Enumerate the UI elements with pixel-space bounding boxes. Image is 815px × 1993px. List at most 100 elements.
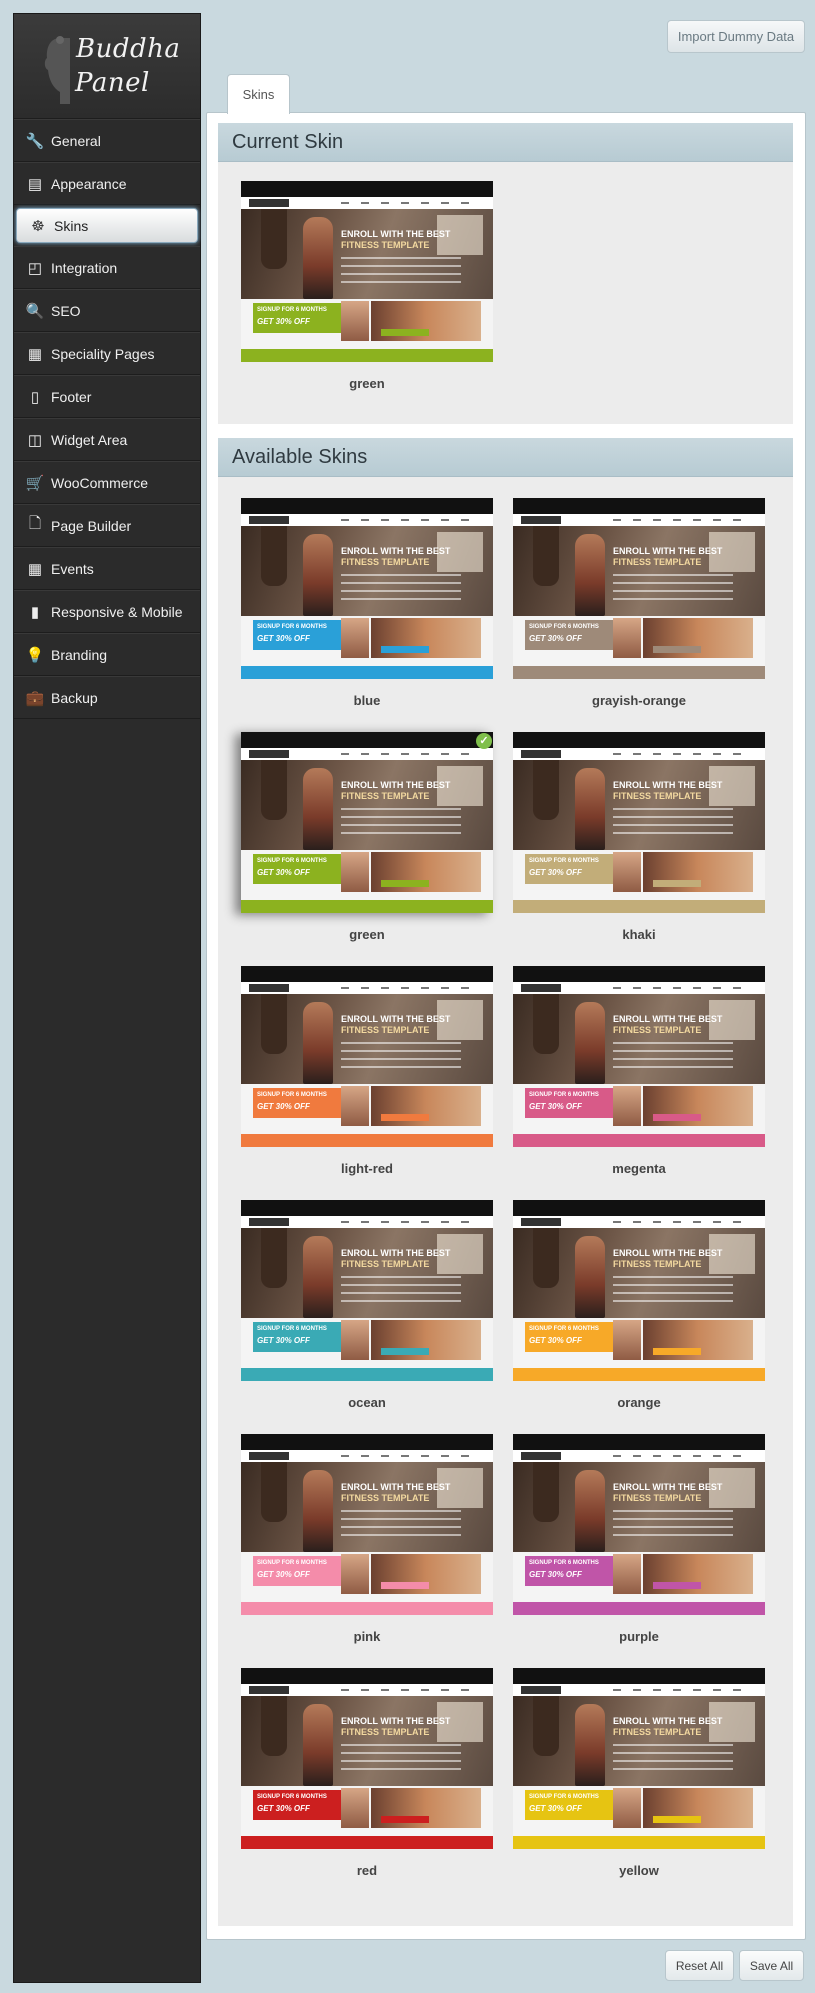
skin-thumbnail[interactable]: ENROLL WITH THE BEST FITNESS TEMPLATE SIGN… xyxy=(241,1434,493,1615)
skin-color-bar xyxy=(241,1368,493,1381)
thumb-headline: ENROLL WITH THE BEST xyxy=(341,546,451,556)
section-title: Current Skin xyxy=(218,123,793,162)
sidebar-item-integration[interactable]: ◰ Integration xyxy=(14,246,200,289)
sidebar-item-label: WooCommerce xyxy=(51,474,148,491)
skin-color-bar xyxy=(241,1836,493,1849)
skin-option-purple[interactable]: ENROLL WITH THE BEST FITNESS TEMPLATE SIGN… xyxy=(513,1434,765,1644)
skin-option-light-red[interactable]: ENROLL WITH THE BEST FITNESS TEMPLATE SIGN… xyxy=(241,966,493,1176)
thumb-subheadline: FITNESS TEMPLATE xyxy=(341,240,430,250)
sidebar-item-seo[interactable]: 🔍 SEO xyxy=(14,289,200,332)
calendar-icon: ▦ xyxy=(27,560,43,578)
skin-option-orange[interactable]: ENROLL WITH THE BEST FITNESS TEMPLATE SIGN… xyxy=(513,1200,765,1410)
sidebar-item-woocommerce[interactable]: 🛒 WooCommerce xyxy=(14,461,200,504)
thumb-promo-line2: GET 30% OFF xyxy=(529,1804,582,1813)
skin-name: light-red xyxy=(341,1161,393,1176)
skin-name: red xyxy=(356,1863,378,1878)
skin-option-green[interactable]: ENROLL WITH THE BEST FITNESS TEMPLATE SIGN… xyxy=(241,181,493,391)
thumb-headline: ENROLL WITH THE BEST xyxy=(613,546,723,556)
thumb-topbar xyxy=(513,732,765,748)
skin-thumbnail[interactable]: ENROLL WITH THE BEST FITNESS TEMPLATE SIGN… xyxy=(513,1668,765,1849)
sidebar-item-label: Events xyxy=(51,560,94,577)
thumb-subheadline: FITNESS TEMPLATE xyxy=(341,1493,430,1503)
skin-thumbnail[interactable]: ENROLL WITH THE BEST FITNESS TEMPLATE SIGN… xyxy=(513,732,765,913)
save-all-button[interactable]: Save All xyxy=(739,1950,804,1981)
thumb-promo-line1: SIGNUP FOR 6 MONTHS xyxy=(529,1326,599,1332)
logo: Buddha Panel xyxy=(14,14,200,119)
sidebar-item-responsive-mobile[interactable]: ▮ Responsive & Mobile xyxy=(14,590,200,633)
thumb-promo-line2: GET 30% OFF xyxy=(257,317,310,326)
skin-option-pink[interactable]: ENROLL WITH THE BEST FITNESS TEMPLATE SIGN… xyxy=(241,1434,493,1644)
skin-thumbnail[interactable]: ENROLL WITH THE BEST FITNESS TEMPLATE SIGN… xyxy=(513,966,765,1147)
thumb-subheadline: FITNESS TEMPLATE xyxy=(613,791,702,801)
skin-thumbnail[interactable]: ENROLL WITH THE BEST FITNESS TEMPLATE SIGN… xyxy=(241,181,493,362)
skin-thumbnail[interactable]: ENROLL WITH THE BEST FITNESS TEMPLATE SIGN… xyxy=(513,1434,765,1615)
skin-option-khaki[interactable]: ENROLL WITH THE BEST FITNESS TEMPLATE SIGN… xyxy=(513,732,765,942)
thumb-promo: SIGNUP FOR 6 MONTHS GET 30% OFF xyxy=(241,1552,493,1602)
sidebar-item-label: Responsive & Mobile xyxy=(51,603,183,620)
skin-name: blue xyxy=(353,693,381,708)
sidebar-item-backup[interactable]: 💼 Backup xyxy=(14,676,200,719)
skin-color-bar xyxy=(513,1368,765,1381)
thumb-headline: ENROLL WITH THE BEST xyxy=(613,1716,723,1726)
sidebar-item-label: Branding xyxy=(51,646,108,663)
skin-option-green[interactable]: ENROLL WITH THE BEST FITNESS TEMPLATE SIGN… xyxy=(241,732,493,942)
thumb-headline: ENROLL WITH THE BEST xyxy=(341,1248,451,1258)
thumb-topbar xyxy=(241,966,493,982)
skin-color-bar xyxy=(513,1836,765,1849)
available-skins-section: Available Skins ENROLL WITH THE BEST FITN… xyxy=(218,438,793,1926)
sidebar-item-footer[interactable]: ▯ Footer xyxy=(14,375,200,418)
import-dummy-data-button[interactable]: Import Dummy Data xyxy=(667,20,805,53)
thumb-promo: SIGNUP FOR 6 MONTHS GET 30% OFF xyxy=(513,850,765,900)
skin-option-red[interactable]: ENROLL WITH THE BEST FITNESS TEMPLATE SIGN… xyxy=(241,1668,493,1878)
skin-option-grayish-orange[interactable]: ENROLL WITH THE BEST FITNESS TEMPLATE SIGN… xyxy=(513,498,765,708)
thumb-promo: SIGNUP FOR 6 MONTHS GET 30% OFF xyxy=(241,1084,493,1134)
skin-thumbnail[interactable]: ENROLL WITH THE BEST FITNESS TEMPLATE SIGN… xyxy=(241,732,493,913)
skin-thumbnail[interactable]: ENROLL WITH THE BEST FITNESS TEMPLATE SIGN… xyxy=(241,498,493,679)
sidebar-item-widget-area[interactable]: ◫ Widget Area xyxy=(14,418,200,461)
skin-name: megenta xyxy=(612,1161,666,1176)
thumb-topbar xyxy=(241,732,493,748)
sidebar-item-appearance[interactable]: ▤ Appearance xyxy=(14,162,200,205)
sidebar-item-events[interactable]: ▦ Events xyxy=(14,547,200,590)
skin-thumbnail[interactable]: ENROLL WITH THE BEST FITNESS TEMPLATE SIGN… xyxy=(241,966,493,1147)
sidebar-item-page-builder[interactable]: 🗋 Page Builder xyxy=(14,504,200,547)
grid-icon: ▦ xyxy=(27,345,43,363)
skin-name: orange xyxy=(617,1395,661,1410)
reset-all-button[interactable]: Reset All xyxy=(665,1950,734,1981)
sidebar-item-general[interactable]: 🔧 General xyxy=(14,119,200,162)
sidebar-item-branding[interactable]: 💡 Branding xyxy=(14,633,200,676)
thumb-hero: ENROLL WITH THE BEST FITNESS TEMPLATE xyxy=(513,994,765,1084)
skin-thumbnail[interactable]: ENROLL WITH THE BEST FITNESS TEMPLATE SIGN… xyxy=(513,498,765,679)
skin-option-yellow[interactable]: ENROLL WITH THE BEST FITNESS TEMPLATE SIGN… xyxy=(513,1668,765,1878)
thumb-promo: SIGNUP FOR 6 MONTHS GET 30% OFF xyxy=(241,1318,493,1368)
thumb-promo: SIGNUP FOR 6 MONTHS GET 30% OFF xyxy=(241,1786,493,1836)
thumb-promo: SIGNUP FOR 6 MONTHS GET 30% OFF xyxy=(241,616,493,666)
sidebar-item-label: Page Builder xyxy=(51,517,132,534)
thumb-promo-line1: SIGNUP FOR 6 MONTHS xyxy=(257,1794,327,1800)
thumb-promo-line1: SIGNUP FOR 6 MONTHS xyxy=(529,1560,599,1566)
thumb-topbar xyxy=(241,181,493,197)
thumb-subheadline: FITNESS TEMPLATE xyxy=(613,1727,702,1737)
skin-thumbnail[interactable]: ENROLL WITH THE BEST FITNESS TEMPLATE SIGN… xyxy=(513,1200,765,1381)
skin-option-blue[interactable]: ENROLL WITH THE BEST FITNESS TEMPLATE SIGN… xyxy=(241,498,493,708)
skin-thumbnail[interactable]: ENROLL WITH THE BEST FITNESS TEMPLATE SIGN… xyxy=(241,1668,493,1849)
thumb-headline: ENROLL WITH THE BEST xyxy=(341,229,451,239)
sidebar-item-label: Skins xyxy=(54,217,89,234)
phone-icon: ▯ xyxy=(30,388,40,406)
page-add-icon: 🗋 xyxy=(28,515,42,532)
skin-option-megenta[interactable]: ENROLL WITH THE BEST FITNESS TEMPLATE SIGN… xyxy=(513,966,765,1176)
skin-color-bar xyxy=(513,900,765,913)
ship-wheel-icon: ☸ xyxy=(31,217,45,235)
skin-color-bar xyxy=(241,900,493,913)
sidebar-item-skins[interactable]: ☸ Skins xyxy=(16,208,198,243)
sidebar-item-label: Speciality Pages xyxy=(51,345,155,362)
tab-skins[interactable]: Skins xyxy=(227,74,290,114)
skin-name: yellow xyxy=(619,1863,659,1878)
thumb-subheadline: FITNESS TEMPLATE xyxy=(341,1259,430,1269)
sidebar-item-speciality-pages[interactable]: ▦ Speciality Pages xyxy=(14,332,200,375)
thumb-promo-line2: GET 30% OFF xyxy=(257,1336,310,1345)
thumb-topbar xyxy=(513,1200,765,1216)
skin-name: grayish-orange xyxy=(592,693,686,708)
skin-option-ocean[interactable]: ENROLL WITH THE BEST FITNESS TEMPLATE SIGN… xyxy=(241,1200,493,1410)
skin-thumbnail[interactable]: ENROLL WITH THE BEST FITNESS TEMPLATE SIGN… xyxy=(241,1200,493,1381)
